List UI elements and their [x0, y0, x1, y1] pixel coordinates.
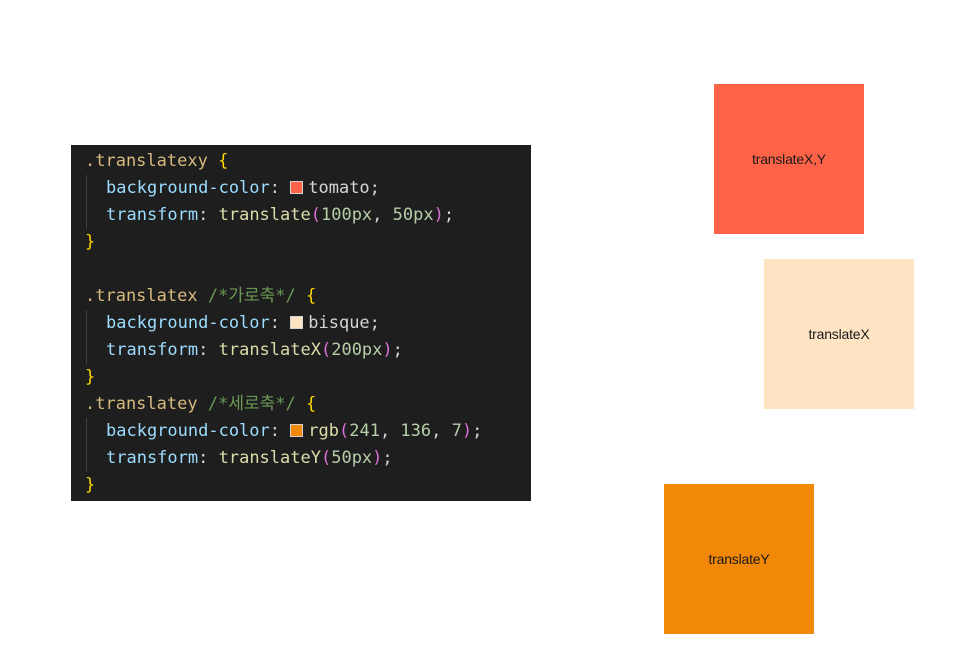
css-function: translateX — [218, 340, 321, 360]
css-selector: .translatexy — [85, 151, 208, 171]
css-comment: /*가로축*/ — [207, 286, 296, 306]
code-editor-panel: .translatexy { background-color: tomato;… — [71, 145, 531, 501]
colon: : — [198, 205, 219, 225]
translate-y-box: translateY — [664, 484, 814, 634]
semicolon: ; — [472, 421, 483, 441]
indent-guide — [86, 337, 87, 364]
css-number: 241 — [349, 421, 380, 441]
paren-open: ( — [320, 340, 332, 360]
close-brace: } — [85, 232, 96, 252]
colon: : — [198, 448, 219, 468]
code-line: transform: translateY(50px); — [71, 445, 531, 472]
code-line: } — [71, 229, 531, 256]
css-property: background-color — [106, 421, 270, 441]
paren-close: ) — [372, 448, 383, 468]
css-function: rgb — [308, 421, 339, 441]
code-line: .translatexy { — [71, 148, 531, 175]
css-comment: /*세로축*/ — [207, 394, 296, 414]
colon: : — [198, 340, 219, 360]
comma: , — [431, 421, 452, 441]
box-label: translateX,Y — [752, 151, 826, 167]
css-property: background-color — [106, 178, 270, 198]
comma: , — [372, 205, 393, 225]
css-number: 200px — [331, 340, 383, 360]
css-number: 50px — [392, 205, 434, 225]
comma: , — [379, 421, 401, 441]
color-swatch-tomato[interactable] — [290, 181, 304, 194]
paren-close: ) — [433, 205, 444, 225]
css-property: transform — [106, 205, 199, 225]
css-property: transform — [106, 340, 199, 360]
semicolon: ; — [369, 313, 380, 333]
css-property: transform — [106, 448, 199, 468]
css-number: 50px — [331, 448, 373, 468]
close-brace: } — [85, 367, 96, 387]
color-swatch-bisque[interactable] — [290, 316, 304, 329]
paren-open: ( — [338, 421, 350, 441]
paren-close: ) — [461, 421, 473, 441]
paren-close: ) — [382, 340, 393, 360]
code-line: } — [71, 472, 531, 499]
semicolon: ; — [382, 448, 393, 468]
css-selector: .translatex — [85, 286, 198, 306]
colon: : — [269, 178, 291, 198]
translate-xy-box: translateX,Y — [714, 84, 864, 234]
paren-open: ( — [320, 448, 332, 468]
indent-guide — [86, 310, 87, 337]
css-function: translate — [218, 205, 311, 225]
semicolon: ; — [443, 205, 455, 225]
code-line: .translatey /*세로축*/ { — [71, 391, 531, 418]
code-line: } — [71, 364, 531, 391]
indent-guide — [86, 445, 87, 472]
css-number: 7 — [451, 421, 462, 441]
css-selector: .translatey — [85, 394, 198, 414]
indent-guide — [86, 175, 87, 202]
css-value: bisque — [308, 313, 370, 333]
colon: : — [269, 421, 291, 441]
box-label: translateX — [808, 326, 870, 342]
code-line: background-color: bisque; — [71, 310, 531, 337]
css-value: tomato — [308, 178, 370, 198]
semicolon: ; — [392, 340, 403, 360]
css-number: 100px — [320, 205, 373, 225]
code-line: .translatex /*가로축*/ { — [71, 283, 531, 310]
indent-guide — [86, 418, 87, 445]
paren-open: ( — [310, 205, 321, 225]
css-number: 136 — [400, 421, 432, 441]
translate-x-box: translateX — [764, 259, 914, 409]
color-swatch-rgb[interactable] — [290, 424, 304, 437]
open-brace: { — [305, 286, 317, 306]
open-brace: { — [218, 151, 229, 171]
close-brace: } — [85, 475, 96, 495]
box-label: translateY — [708, 551, 770, 567]
code-line: transform: translate(100px, 50px); — [71, 202, 531, 229]
css-property: background-color — [106, 313, 270, 333]
indent-guide — [86, 202, 87, 229]
semicolon: ; — [369, 178, 380, 198]
code-line: transform: translateX(200px); — [71, 337, 531, 364]
code-line: background-color: rgb(241, 136, 7); — [71, 418, 531, 445]
code-line: background-color: tomato; — [71, 175, 531, 202]
css-function: translateY — [218, 448, 321, 468]
colon: : — [269, 313, 291, 333]
open-brace: { — [305, 394, 317, 414]
